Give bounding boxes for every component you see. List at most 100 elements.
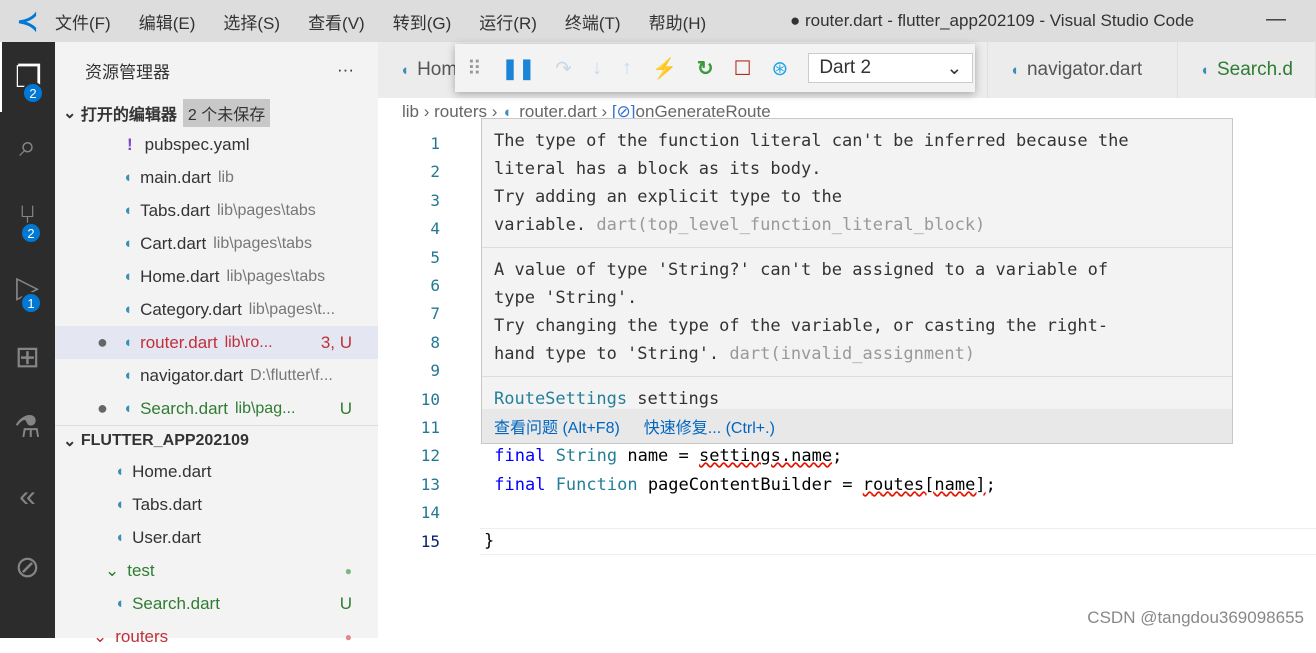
file-name: router.dart [140, 332, 218, 352]
git-graph-icon[interactable]: ⊘ [0, 532, 55, 602]
tree-item[interactable]: ◖ Search.dart U [55, 587, 378, 620]
step-out-icon[interactable]: ↑ [622, 57, 632, 80]
quick-fix-link[interactable]: 快速修复... (Ctrl+.) [644, 414, 775, 438]
open-editor-item[interactable]: ● ◖ Search.dart lib\pag... U [55, 392, 378, 425]
flutter-icon[interactable]: « [0, 462, 55, 532]
code-line-12[interactable]: final String name = settings.name; [484, 446, 842, 466]
hot-reload-icon[interactable]: ⚡ [652, 56, 677, 81]
message-line: A value of type 'String?' can't be assig… [494, 260, 1109, 280]
folder-routers[interactable]: ⌄ routers ● [55, 620, 378, 653]
git-status: U [339, 593, 352, 613]
menu-help[interactable]: 帮助(H) [649, 14, 707, 33]
project-header[interactable]: ⌄ FLUTTER_APP202109 [55, 425, 378, 455]
activity-bar: ❐ 2 ⌕ ⑂ 2 ▷ 1 ⊞ ⚗ « ⊘ [0, 42, 55, 638]
explorer-icon[interactable]: ❐ 2 [0, 42, 55, 112]
diagnostic-1: The type of the function literal can't b… [482, 119, 1232, 248]
menu-run[interactable]: 运行(R) [479, 14, 537, 33]
tab-navigator[interactable]: ◖ navigator.dart [988, 42, 1178, 98]
debug-target-select[interactable]: Dart 2 ⌄ [808, 53, 974, 83]
source-control-icon[interactable]: ⑂ 2 [0, 182, 55, 252]
pause-icon[interactable]: ❚❚ [502, 56, 536, 81]
run-debug-icon[interactable]: ▷ 1 [0, 252, 55, 322]
code-text: name = [617, 446, 699, 466]
open-editor-item[interactable]: ◖ Tabs.dart lib\pages\tabs [55, 194, 378, 227]
step-over-icon[interactable]: ↷ [555, 56, 572, 81]
line-number: 12 [420, 446, 440, 466]
open-editors-label: 打开的编辑器 [80, 107, 177, 124]
message-line: hand type to 'String'. [494, 344, 730, 364]
file-name: Tabs.dart [140, 200, 210, 220]
line-number: 7 [430, 304, 440, 324]
message-line: variable. [494, 215, 597, 235]
open-editor-item[interactable]: ◖ Home.dart lib\pages\tabs [55, 260, 378, 293]
dart-icon: ◖ [115, 496, 125, 513]
code-text: pageContentBuilder = [637, 475, 863, 495]
message-line: type 'String'. [494, 288, 638, 308]
menu-go[interactable]: 转到(G) [393, 14, 452, 33]
more-actions-button[interactable]: ··· [337, 60, 354, 80]
message-line: Try adding an explicit type to the [494, 187, 842, 207]
code-line-15[interactable]: } [484, 531, 494, 551]
line-number: 5 [430, 247, 440, 267]
dart-icon: ◖ [1009, 61, 1019, 79]
dart-icon: ◖ [123, 169, 133, 186]
menu-view[interactable]: 查看(V) [308, 14, 365, 33]
open-editor-item-active[interactable]: ● ◖ router.dart lib\ro... 3, U [55, 326, 378, 359]
file-name: Search.dart [140, 398, 228, 418]
diagnostic-code: dart(top_level_function_literal_block) [596, 215, 986, 235]
hover-actions: 查看问题 (Alt+F8) 快速修复... (Ctrl+.) [482, 409, 1232, 443]
stop-icon[interactable]: ☐ [734, 56, 752, 81]
tree-item[interactable]: ◖ User.dart [55, 521, 378, 554]
tree-item[interactable]: ◖ Home.dart [55, 455, 378, 488]
line-number: 1 [430, 134, 440, 153]
line-number: 4 [430, 219, 440, 239]
open-editor-item[interactable]: ◖ Category.dart lib\pages\t... [55, 293, 378, 326]
menu-selection[interactable]: 选择(S) [223, 14, 280, 33]
drag-handle-icon[interactable]: ⠿ [467, 56, 482, 81]
tab-label: Hom [417, 59, 458, 80]
open-editor-item[interactable]: ◖ main.dart lib [55, 161, 378, 194]
open-editor-item[interactable]: ◖ Cart.dart lib\pages\tabs [55, 227, 378, 260]
tab-search[interactable]: ◖ Search.d [1178, 42, 1316, 98]
modified-dot-icon: ● [344, 563, 352, 578]
signature-type: RouteSettings [494, 389, 628, 409]
devtools-icon[interactable]: ⊛ [772, 56, 789, 81]
search-icon[interactable]: ⌕ [0, 112, 55, 182]
step-into-icon[interactable]: ↓ [592, 57, 602, 80]
file-name: Tabs.dart [132, 494, 202, 514]
debug-target-value: Dart 2 [819, 57, 872, 78]
open-editor-item[interactable]: ◖ navigator.dart D:\flutter\f... [55, 359, 378, 392]
line-number: 2 [430, 162, 440, 182]
file-name: Cart.dart [140, 233, 207, 253]
extensions-icon[interactable]: ⊞ [0, 322, 55, 392]
unsaved-dot-icon[interactable]: ● [97, 332, 108, 353]
restart-icon[interactable]: ↻ [697, 56, 714, 81]
tree-item[interactable]: ◖ Tabs.dart [55, 488, 378, 521]
line-number: 14 [420, 503, 440, 523]
crumb-lib[interactable]: lib [402, 102, 419, 121]
window-title: ● router.dart - flutter_app202109 - Visu… [790, 11, 1195, 30]
menu-edit[interactable]: 编辑(E) [139, 14, 196, 33]
view-problem-link[interactable]: 查看问题 (Alt+F8) [494, 414, 620, 438]
crumb-routers[interactable]: routers [434, 102, 487, 121]
dart-icon: ◖ [115, 463, 125, 480]
open-editor-item[interactable]: ! pubspec.yaml [55, 128, 378, 161]
testing-icon[interactable]: ⚗ [0, 392, 55, 462]
dart-icon: ◖ [123, 235, 133, 252]
unsaved-dot-icon[interactable]: ● [97, 398, 108, 419]
menu-bar: 文件(F) 编辑(E) 选择(S) 查看(V) 转到(G) 运行(R) 终端(T) 帮助(H) [55, 9, 734, 34]
minimize-button[interactable]: — [1266, 8, 1286, 31]
menu-terminal[interactable]: 终端(T) [565, 14, 621, 33]
code-line-13[interactable]: final Function pageContentBuilder = rout… [484, 475, 996, 495]
menu-file[interactable]: 文件(F) [55, 14, 111, 33]
open-editors-header[interactable]: ⌄ 打开的编辑器 2 个未保存 [55, 98, 378, 128]
scm-badge: 2 [20, 222, 42, 244]
code-text: ; [985, 475, 996, 495]
modified-dot-icon: ● [344, 629, 352, 644]
vscode-logo-icon: ≺ [16, 5, 39, 36]
tab-label: Search.d [1216, 59, 1293, 80]
debug-badge: 1 [20, 292, 42, 314]
error-squiggle: routes[name] [862, 475, 986, 495]
folder-test[interactable]: ⌄ test ● [55, 554, 378, 587]
line-number: 15 [420, 531, 440, 551]
